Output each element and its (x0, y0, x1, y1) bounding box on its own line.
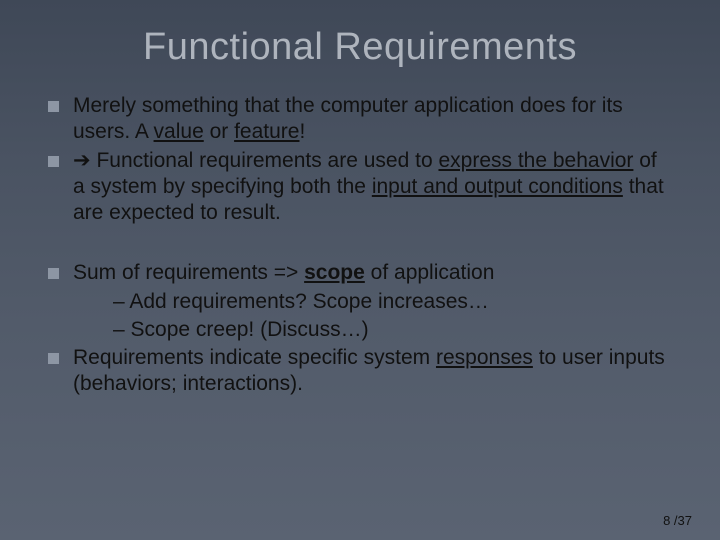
text-run: ! (299, 120, 305, 143)
text-run: Sum of requirements => (73, 261, 304, 284)
sub-bullet: – Scope creep! (Discuss…) (73, 317, 672, 343)
bullet-text: Merely something that the computer appli… (73, 93, 672, 146)
slide-title: Functional Requirements (0, 0, 720, 75)
slide-content: Merely something that the computer appli… (0, 75, 720, 398)
page-number: 8 /37 (663, 513, 692, 528)
text-bold-underline: scope (304, 261, 365, 284)
text-underline: express the behavior (438, 149, 633, 172)
text-run: Functional requirements are used to (91, 149, 439, 172)
bullet-item: Requirements indicate specific system re… (48, 345, 672, 398)
text-run: or (204, 120, 234, 143)
bullet-square-icon (48, 268, 59, 279)
text-underline: feature (234, 120, 299, 143)
bullet-text: ➔ Functional requirements are used to ex… (73, 148, 672, 227)
bullet-item: ➔ Functional requirements are used to ex… (48, 148, 672, 227)
slide: Functional Requirements Merely something… (0, 0, 720, 540)
bullet-item: Sum of requirements => scope of applicat… (48, 260, 672, 343)
bullet-text: Requirements indicate specific system re… (73, 345, 672, 398)
bullet-group-2: Sum of requirements => scope of applicat… (48, 260, 672, 397)
bullet-item: Merely something that the computer appli… (48, 93, 672, 146)
bullet-square-icon (48, 101, 59, 112)
bullet-square-icon (48, 156, 59, 167)
bullet-square-icon (48, 353, 59, 364)
text-run: Requirements indicate specific system (73, 346, 436, 369)
arrow-icon: ➔ (73, 149, 91, 172)
bullet-text: Sum of requirements => scope of applicat… (73, 260, 672, 343)
text-underline: value (154, 120, 204, 143)
text-underline: responses (436, 346, 533, 369)
sub-bullet: – Add requirements? Scope increases… (73, 289, 672, 315)
bullet-group-1: Merely something that the computer appli… (48, 93, 672, 226)
text-run: of application (365, 261, 495, 284)
text-underline: input and output conditions (372, 175, 623, 198)
